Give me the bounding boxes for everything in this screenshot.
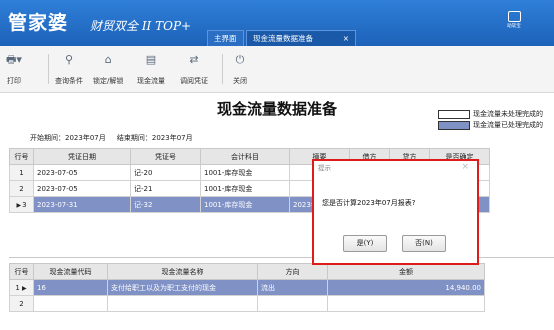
direction-cell[interactable]: 流出 xyxy=(257,279,328,296)
current-row-marker-icon: ▶ xyxy=(16,201,22,209)
dialog-title: 提示 xyxy=(318,164,331,172)
column-header[interactable]: 行号 xyxy=(9,263,34,280)
toolbar: 🖶▾ 打印 ⚲ 查询条件 ⌂ 锁定/解锁 ▤ 现金流量 ⇄ 调阅凭证 ⏻ 关闭 xyxy=(0,46,554,93)
query-button[interactable]: ⚲ 查询条件 xyxy=(55,53,83,86)
voucher-date-cell[interactable]: 2023-07-05 xyxy=(33,164,131,181)
printer-icon: 🖶▾ xyxy=(6,53,22,66)
lock-label: 锁定/解锁 xyxy=(93,77,124,85)
column-header[interactable]: 凭证日期 xyxy=(33,148,131,165)
account-cell[interactable]: 1001-库存现金 xyxy=(200,164,290,181)
tab-cashflow-prep-label: 现金流量数据准备 xyxy=(253,34,313,43)
start-period-value: 2023年07月 xyxy=(65,134,106,142)
yes-button[interactable]: 是(Y) xyxy=(343,235,387,252)
cashflow-button[interactable]: ▤ 现金流量 xyxy=(137,53,165,86)
cashflow-label: 现金流量 xyxy=(137,77,165,85)
cashflow-code-cell[interactable] xyxy=(33,295,108,312)
legend-item: 现金流量未处理完成的 xyxy=(438,109,543,120)
app-subtitle: 财贸双全 II TOP+ xyxy=(90,19,192,33)
table-row-selected[interactable]: 1 ▶ 16 支付给职工以及为职工支付的现金 流出 14,940.00 xyxy=(9,279,485,296)
column-header[interactable]: 现金流量代码 xyxy=(33,263,108,280)
row-number: 1 xyxy=(9,164,34,181)
dialog-message: 您是否计算2023年07月报表? xyxy=(322,199,416,207)
power-icon: ⏻ xyxy=(235,53,245,66)
close-label: 关闭 xyxy=(233,77,247,85)
adjust-voucher-label: 调阅凭证 xyxy=(180,77,208,85)
toolbar-divider xyxy=(48,54,49,84)
end-period-value: 2023年07月 xyxy=(151,134,193,142)
legend-swatch-processed xyxy=(438,120,470,130)
row-number: ▶3 xyxy=(9,196,34,213)
row-number-value: 3 xyxy=(22,200,27,209)
table-header-row: 行号 现金流量代码 现金流量名称 方向 金额 xyxy=(9,263,485,280)
column-header[interactable]: 现金流量名称 xyxy=(107,263,258,280)
no-button[interactable]: 否(N) xyxy=(402,235,446,252)
lock-icon: ⌂ xyxy=(104,53,112,66)
close-button[interactable]: ⏻ 关闭 xyxy=(233,53,247,86)
print-button[interactable]: 🖶▾ 打印 xyxy=(6,53,22,86)
query-label: 查询条件 xyxy=(55,77,83,85)
close-icon[interactable]: × xyxy=(461,162,469,172)
adjust-voucher-button[interactable]: ⇄ 调阅凭证 xyxy=(180,53,208,86)
row-number: 2 xyxy=(9,180,34,197)
cashflow-table: 行号 现金流量代码 现金流量名称 方向 金额 1 ▶ 16 支付给职工以及为职工… xyxy=(9,263,485,312)
current-row-marker-icon: ▶ xyxy=(22,284,27,292)
cashflow-code-cell[interactable]: 16 xyxy=(33,279,108,296)
ledger-icon: ▤ xyxy=(145,53,157,66)
legend-label-processed: 现金流量已处理完成的 xyxy=(473,121,543,129)
quick-access-button[interactable]: 助软宝 xyxy=(504,11,524,31)
column-header[interactable]: 会计科目 xyxy=(200,148,290,165)
voucher-number-cell[interactable]: 记-20 xyxy=(130,164,201,181)
tab-home-label: 主界面 xyxy=(214,34,237,43)
app-logo: 管家婆 xyxy=(8,12,69,34)
legend-item: 现金流量已处理完成的 xyxy=(438,120,543,131)
legend: 现金流量未处理完成的 现金流量已处理完成的 xyxy=(438,109,543,131)
row-number: 1 ▶ xyxy=(9,279,34,296)
legend-label-unprocessed: 现金流量未处理完成的 xyxy=(473,110,543,118)
tab-home[interactable]: 主界面 xyxy=(207,30,244,47)
search-icon: ⚲ xyxy=(64,53,74,66)
quick-access-label: 助软宝 xyxy=(507,24,521,29)
voucher-date-cell[interactable]: 2023-07-31 xyxy=(33,196,131,213)
voucher-number-cell[interactable]: 记-21 xyxy=(130,180,201,197)
account-cell[interactable]: 1001-库存现金 xyxy=(200,196,290,213)
print-label: 打印 xyxy=(6,77,21,85)
toolbar-divider xyxy=(222,54,223,84)
cashflow-name-cell[interactable]: 支付给职工以及为职工支付的现金 xyxy=(107,279,258,296)
lock-button[interactable]: ⌂ 锁定/解锁 xyxy=(93,53,123,86)
monitor-icon xyxy=(507,11,521,22)
start-period-label: 开始期间： xyxy=(30,134,65,142)
voucher-number-cell[interactable]: 记-32 xyxy=(130,196,201,213)
row-number: 2 xyxy=(9,295,34,312)
transfer-icon: ⇄ xyxy=(189,53,199,66)
cashflow-name-cell[interactable] xyxy=(107,295,258,312)
amount-cell[interactable]: 14,940.00 xyxy=(327,279,485,296)
tab-cashflow-prep[interactable]: 现金流量数据准备 × xyxy=(246,30,356,47)
legend-swatch-unprocessed xyxy=(438,109,470,119)
app-header: 管家婆 财贸双全 II TOP+ 主界面 现金流量数据准备 × 助软宝 xyxy=(0,0,554,47)
column-header[interactable]: 方向 xyxy=(257,263,328,280)
voucher-date-cell[interactable]: 2023-07-05 xyxy=(33,180,131,197)
tab-close-icon[interactable]: × xyxy=(343,31,349,47)
table-row[interactable]: 2 xyxy=(9,295,485,312)
amount-cell[interactable] xyxy=(327,295,485,312)
column-header[interactable]: 行号 xyxy=(9,148,34,165)
period-info: 开始期间：2023年07月 结束期间：2023年07月 xyxy=(30,133,193,143)
row-number-value: 1 xyxy=(15,283,20,292)
direction-cell[interactable] xyxy=(257,295,328,312)
confirm-dialog: 提示 × 您是否计算2023年07月报表? 是(Y) 否(N) xyxy=(312,159,479,265)
account-cell[interactable]: 1001-库存现金 xyxy=(200,180,290,197)
column-header[interactable]: 金额 xyxy=(327,263,485,280)
end-period-label: 结束期间： xyxy=(116,134,152,142)
column-header[interactable]: 凭证号 xyxy=(130,148,201,165)
